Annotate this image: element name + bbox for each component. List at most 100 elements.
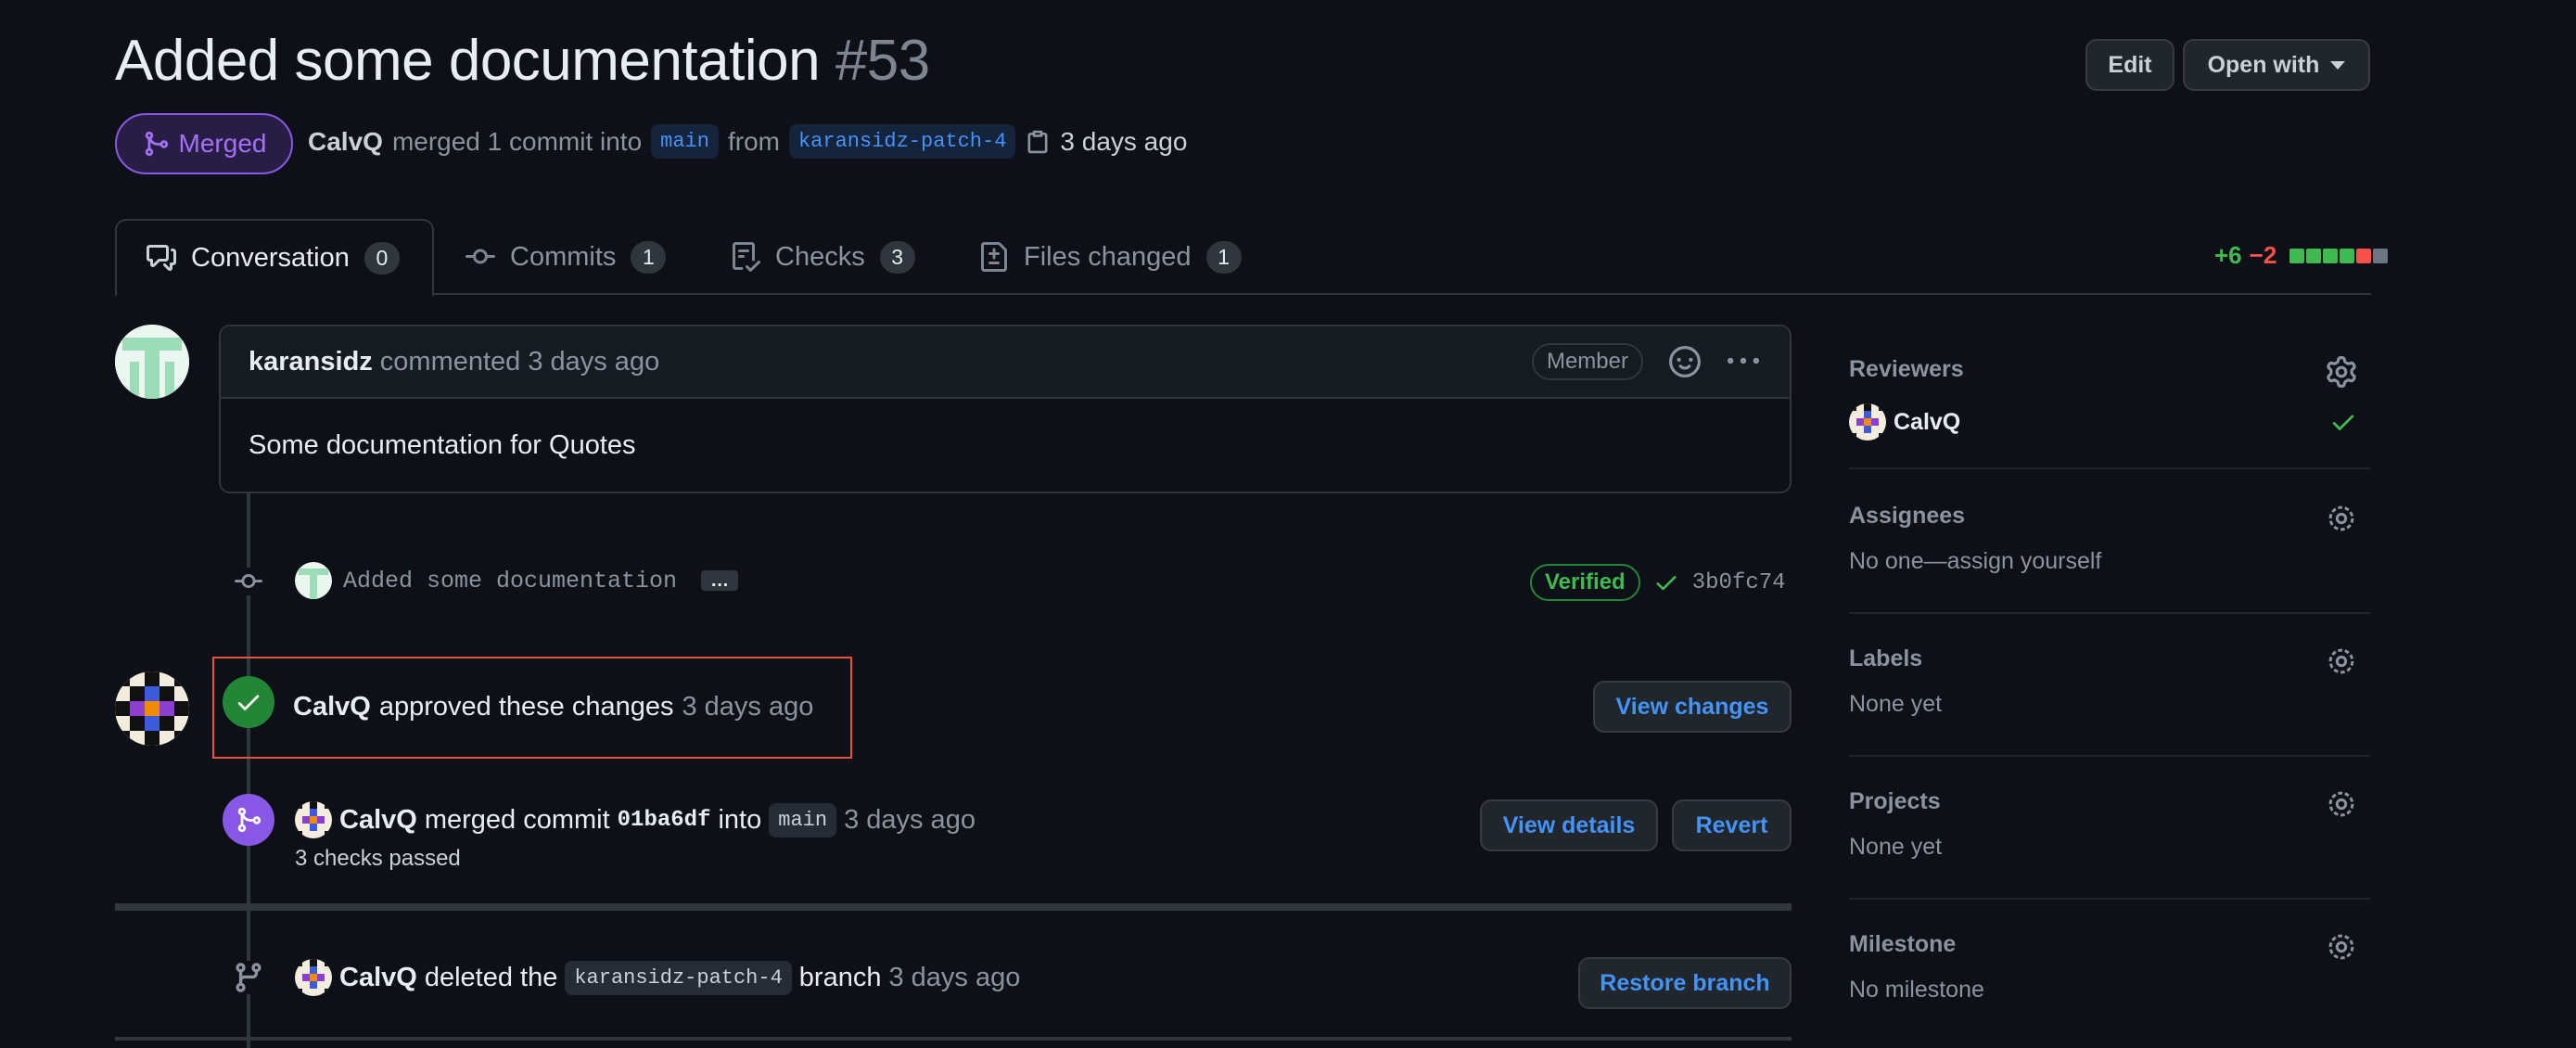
avatar[interactable] <box>295 959 332 996</box>
head-branch[interactable]: karansidz-patch-4 <box>788 124 1016 159</box>
base-branch[interactable]: main <box>651 124 719 159</box>
checks-passed[interactable]: 3 checks passed <box>295 846 461 872</box>
tab-label: Checks <box>775 241 865 272</box>
labels-value: None yet <box>1849 691 1943 717</box>
edit-button-label: Edit <box>2108 51 2152 78</box>
avatar[interactable] <box>295 562 332 599</box>
gear-icon[interactable] <box>2326 645 2357 677</box>
check-icon <box>237 695 260 710</box>
tab-checks[interactable]: Checks 3 <box>701 219 945 295</box>
comment-action: commented <box>379 346 521 377</box>
revert-button[interactable]: Revert <box>1672 799 1792 851</box>
additions-count: +6 <box>2214 241 2242 269</box>
delete-time[interactable]: 3 days ago <box>888 963 1020 993</box>
pr-title: Added some documentation <box>115 29 821 93</box>
pr-meta: CalvQ merged 1 commit into main from kar… <box>308 124 1187 159</box>
merge-branch[interactable]: main <box>769 802 837 837</box>
reviewer-item[interactable]: CalvQ <box>1849 403 2370 441</box>
assign-yourself-link[interactable]: No one—assign yourself <box>1849 548 2370 575</box>
merge-time[interactable]: 3 days ago <box>844 805 976 836</box>
merge-event-badge <box>223 794 274 846</box>
merged-label: Merged <box>178 129 267 158</box>
comment-author[interactable]: karansidz <box>249 347 373 377</box>
delete-author[interactable]: CalvQ <box>339 963 417 993</box>
diffstat-bar <box>2288 248 2389 263</box>
open-with-button[interactable]: Open with <box>2183 39 2370 91</box>
commit-message[interactable]: Added some documentation <box>343 568 677 594</box>
projects-title: Projects <box>1849 788 1941 814</box>
gear-icon[interactable] <box>2326 503 2357 534</box>
merge-text: merged 1 commit into <box>391 126 643 156</box>
avatar[interactable] <box>115 671 189 746</box>
reviewers-title: Reviewers <box>1849 356 1964 382</box>
merge-author[interactable]: CalvQ <box>339 805 417 836</box>
commit-row: Added some documentation … <box>295 562 739 599</box>
author-link[interactable]: CalvQ <box>308 127 383 157</box>
tab-files-changed[interactable]: Files changed 1 <box>950 219 1271 295</box>
assignees-title: Assignees <box>1849 503 1966 529</box>
view-details-button[interactable]: View details <box>1480 799 1658 851</box>
sidebar-milestone: Milestone No milestone <box>1849 931 2370 1048</box>
comment-header: karansidz commented 3 days ago Member <box>221 326 1790 399</box>
milestone-value: No milestone <box>1849 977 1984 1003</box>
merge-into: into <box>718 804 762 835</box>
approval-author[interactable]: CalvQ <box>293 692 371 722</box>
delete-action: deleted the <box>424 962 558 992</box>
commit-icon <box>235 574 262 589</box>
sidebar-projects: Projects None yet <box>1849 788 2370 900</box>
branch-node <box>232 961 265 994</box>
page-title: Added some documentation #53 <box>115 28 930 94</box>
timeline-divider <box>115 1037 1792 1041</box>
check-icon <box>2332 415 2354 430</box>
view-changes-button[interactable]: View changes <box>1593 681 1792 733</box>
comment-body: Some documentation for Quotes <box>249 430 636 460</box>
diffstat-square <box>2323 248 2339 263</box>
avatar[interactable] <box>295 801 332 838</box>
chevron-down-icon <box>2330 60 2346 70</box>
restore-branch-label: Restore branch <box>1600 969 1770 996</box>
tab-commits[interactable]: Commits 1 <box>436 219 695 295</box>
expand-commit-button[interactable]: … <box>701 570 739 591</box>
gear-icon[interactable] <box>2326 356 2357 388</box>
approval-action: approved these changes <box>378 692 674 722</box>
open-with-label: Open with <box>2207 51 2320 78</box>
from-text: from <box>727 126 780 156</box>
approval-time[interactable]: 3 days ago <box>682 692 813 722</box>
conversation-icon <box>147 245 176 271</box>
sidebar-reviewers: Reviewers CalvQ <box>1849 356 2370 469</box>
commit-sha[interactable]: 3b0fc74 <box>1692 570 1786 595</box>
tab-conversation[interactable]: Conversation 0 <box>115 219 434 297</box>
sidebar-labels: Labels None yet <box>1849 645 2370 757</box>
merge-sha[interactable]: 01ba6df <box>618 808 711 833</box>
pr-number: #53 <box>835 29 930 93</box>
tab-label: Commits <box>510 241 617 272</box>
deletions-count: −2 <box>2249 241 2277 269</box>
check-icon <box>1656 576 1677 591</box>
diffstat-square <box>2306 248 2322 263</box>
revert-label: Revert <box>1695 812 1768 838</box>
copy-icon[interactable] <box>1025 128 1051 156</box>
diffstat: +6 −2 <box>2214 241 2389 270</box>
diffstat-square <box>2289 248 2305 263</box>
gear-icon[interactable] <box>2326 931 2357 963</box>
sidebar-assignees: Assignees No one—assign yourself <box>1849 503 2370 614</box>
diffstat-square <box>2373 248 2389 263</box>
gear-icon[interactable] <box>2326 788 2357 820</box>
kebab-horizontal-icon[interactable] <box>1725 346 1762 377</box>
smiley-icon[interactable] <box>1669 346 1701 377</box>
diffstat-square <box>2340 248 2355 263</box>
merge-icon <box>237 807 261 833</box>
verified-badge[interactable]: Verified <box>1530 564 1640 601</box>
merge-event-text: CalvQ merged commit 01ba6df into main 3 … <box>295 801 976 838</box>
diffstat-square <box>2356 248 2372 263</box>
restore-branch-button[interactable]: Restore branch <box>1578 957 1792 1009</box>
deleted-branch: karansidz-patch-4 <box>565 960 792 995</box>
comment-time[interactable]: 3 days ago <box>528 347 659 377</box>
tab-count: 1 <box>631 240 667 274</box>
edit-button[interactable]: Edit <box>2085 39 2174 91</box>
tab-count: 1 <box>1205 240 1242 274</box>
commit-meta: Verified 3b0fc74 <box>1530 564 1786 601</box>
delete-event-text: CalvQ deleted the karansidz-patch-4 bran… <box>295 959 1020 996</box>
labels-title: Labels <box>1849 645 1923 671</box>
avatar[interactable] <box>115 325 189 399</box>
